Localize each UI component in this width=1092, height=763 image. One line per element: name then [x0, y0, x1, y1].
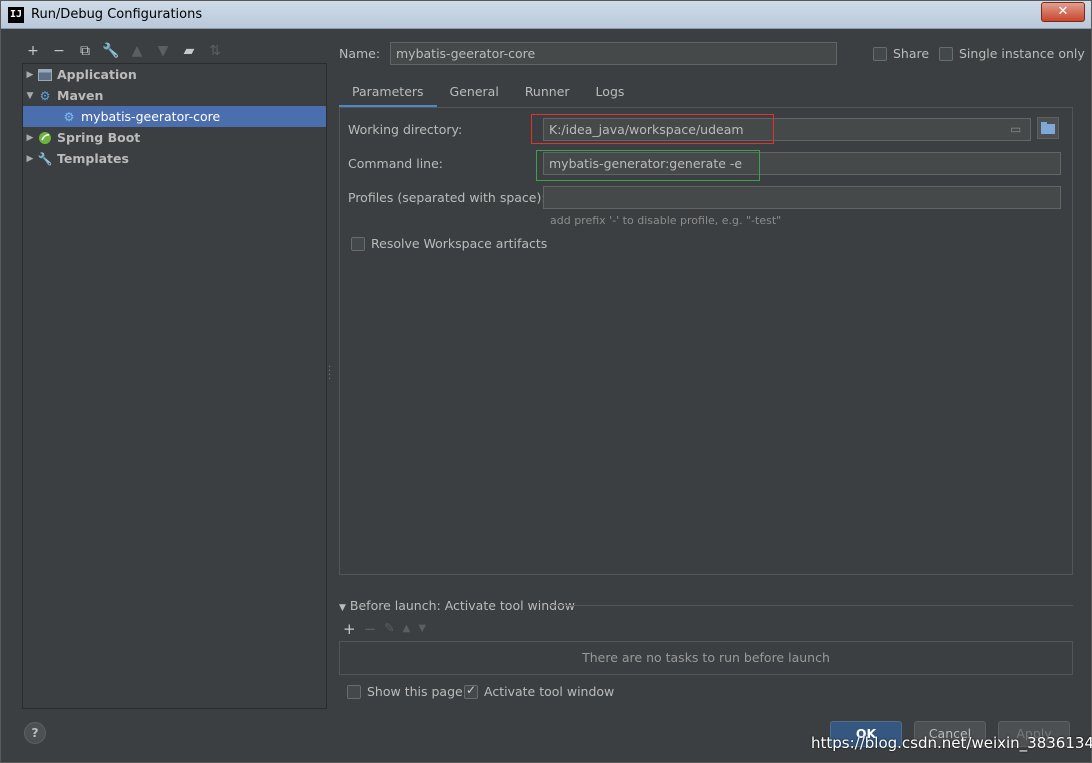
- before-launch-title: Before launch: Activate tool window: [349, 598, 575, 613]
- folder-icon: [1041, 122, 1055, 134]
- config-tree: ▶ Application ▼ ⚙ Maven ⚙ mybatis-geerat…: [22, 63, 327, 709]
- tree-item-templates[interactable]: ▶ 🔧 Templates: [23, 148, 326, 169]
- show-page-checkbox[interactable]: [347, 685, 361, 699]
- macro-folder-button[interactable]: [1037, 117, 1059, 139]
- show-page-label: Show this page: [367, 684, 463, 699]
- before-launch-toolbar: + − ✎ ▲ ▼: [343, 620, 426, 638]
- folder-browse-icon[interactable]: ▭: [1010, 122, 1021, 136]
- tab-runner[interactable]: Runner: [512, 81, 583, 108]
- add-task-icon[interactable]: +: [343, 620, 356, 638]
- maven-config-icon: ⚙: [63, 109, 75, 124]
- command-line-highlight: [536, 150, 760, 181]
- window-title: Run/Debug Configurations: [31, 7, 203, 22]
- name-label: Name:: [339, 46, 381, 61]
- tree-item-spring-boot[interactable]: ▶ Spring Boot: [23, 127, 326, 148]
- tab-logs[interactable]: Logs: [583, 81, 638, 108]
- tree-label-application: Application: [57, 67, 137, 82]
- tab-general[interactable]: General: [437, 81, 512, 108]
- before-launch-task-list: There are no tasks to run before launch: [339, 641, 1073, 675]
- tree-label-templates: Templates: [57, 151, 129, 166]
- wrench-icon[interactable]: 🔧: [101, 41, 121, 61]
- move-task-down-icon[interactable]: ▼: [418, 620, 426, 638]
- tree-item-application[interactable]: ▶ Application: [23, 64, 326, 85]
- single-instance-checkbox[interactable]: [939, 47, 953, 61]
- add-icon[interactable]: +: [23, 41, 43, 61]
- before-launch-divider: [549, 605, 1073, 606]
- working-directory-highlight: [531, 114, 774, 144]
- profiles-input[interactable]: [543, 186, 1061, 209]
- collapse-arrow-icon: ▼: [339, 603, 346, 613]
- tree-item-maven[interactable]: ▼ ⚙ Maven: [23, 85, 326, 106]
- maven-gear-icon: ⚙: [39, 88, 51, 103]
- single-instance-label: Single instance only: [959, 46, 1085, 61]
- copy-icon[interactable]: ⧉: [75, 41, 95, 61]
- help-button[interactable]: ?: [24, 722, 46, 744]
- share-label: Share: [893, 46, 930, 61]
- edit-task-icon[interactable]: ✎: [384, 620, 394, 638]
- collapse-arrow-icon[interactable]: ▼: [23, 91, 37, 101]
- name-input[interactable]: mybatis-geerator-core: [390, 42, 837, 65]
- config-tabs: Parameters General Runner Logs: [339, 81, 637, 108]
- tree-label-maven: Maven: [57, 88, 104, 103]
- close-button[interactable]: ✕: [1041, 2, 1085, 22]
- tree-item-mybatis-config[interactable]: ⚙ mybatis-geerator-core: [23, 106, 326, 127]
- resolve-workspace-checkbox[interactable]: [351, 237, 365, 251]
- expand-arrow-icon[interactable]: ▶: [23, 70, 37, 80]
- command-line-label: Command line:: [348, 156, 443, 171]
- tree-label-mybatis: mybatis-geerator-core: [81, 109, 221, 124]
- folder-add-icon[interactable]: ▰: [179, 41, 199, 61]
- wrench-icon: 🔧: [37, 151, 53, 166]
- config-toolbar: + − ⧉ 🔧 ▲ ▼ ▰ ⇅: [23, 41, 225, 61]
- remove-icon[interactable]: −: [49, 41, 69, 61]
- resolve-workspace-label: Resolve Workspace artifacts: [371, 236, 548, 251]
- tree-label-spring-boot: Spring Boot: [57, 130, 141, 145]
- tab-parameters[interactable]: Parameters: [339, 81, 437, 108]
- profiles-label: Profiles (separated with space):: [348, 190, 546, 205]
- move-down-icon[interactable]: ▼: [153, 41, 173, 61]
- spring-boot-icon: [37, 130, 53, 146]
- before-launch-header[interactable]: ▼ Before launch: Activate tool window: [339, 598, 575, 613]
- watermark: https://blog.csdn.net/weixin_38361347: [811, 734, 1092, 752]
- expand-arrow-icon[interactable]: ▶: [23, 154, 37, 164]
- activate-tool-window-checkbox[interactable]: [464, 683, 478, 699]
- activate-tool-window-label: Activate tool window: [484, 684, 615, 699]
- move-task-up-icon[interactable]: ▲: [403, 620, 411, 638]
- expand-arrow-icon[interactable]: ▶: [23, 133, 37, 143]
- run-debug-dialog: IJ Run/Debug Configurations ✕ + − ⧉ 🔧 ▲ …: [0, 0, 1092, 763]
- sort-icon[interactable]: ⇅: [205, 41, 225, 61]
- application-icon: [37, 67, 53, 83]
- working-directory-label: Working directory:: [348, 122, 463, 137]
- title-bar: IJ Run/Debug Configurations ✕: [1, 1, 1091, 29]
- intellij-icon: IJ: [8, 7, 24, 23]
- move-up-icon[interactable]: ▲: [127, 41, 147, 61]
- remove-task-icon[interactable]: −: [364, 620, 377, 638]
- profiles-hint: add prefix '-' to disable profile, e.g. …: [550, 214, 782, 227]
- splitter-handle[interactable]: · · · ·: [328, 363, 331, 385]
- share-checkbox[interactable]: [873, 47, 887, 61]
